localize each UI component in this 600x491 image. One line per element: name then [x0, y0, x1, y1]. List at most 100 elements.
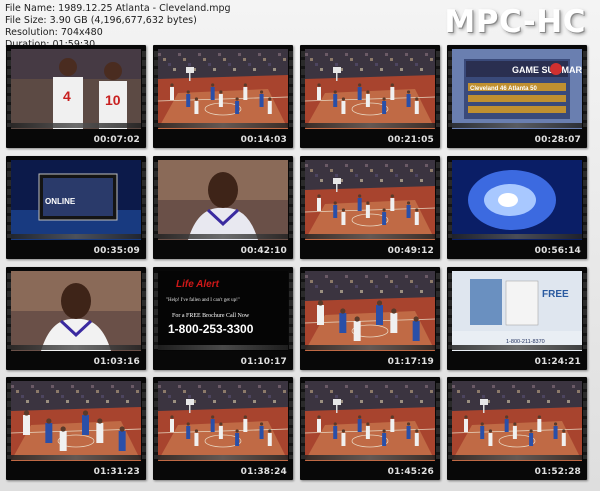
frame-image: ONLINE	[11, 160, 141, 240]
film-strip-right	[436, 51, 440, 127]
score-bar	[452, 345, 582, 350]
svg-text:Cleveland 46 Atlanta 50: Cleveland 46 Atlanta 50	[470, 86, 537, 92]
timestamp: 00:42:10	[240, 246, 287, 256]
video-frame	[305, 381, 435, 461]
thumbnail[interactable]: 00:56:14	[447, 156, 587, 259]
thumbnail[interactable]: 00:21:05	[300, 45, 440, 148]
svg-text:FREE: FREE	[542, 289, 569, 300]
video-frame: FREE 1-800-211-8370	[452, 271, 582, 351]
thumbnail[interactable]: 01:17:19	[300, 267, 440, 370]
film-strip-right	[289, 162, 293, 238]
frame-image	[305, 381, 435, 461]
score-bar	[305, 345, 435, 350]
video-frame	[305, 49, 435, 129]
film-strip-right	[436, 383, 440, 459]
frame-image	[11, 271, 141, 351]
frame-image	[452, 160, 582, 240]
score-bar	[11, 455, 141, 460]
score-bar	[11, 123, 141, 128]
timestamp: 01:17:19	[387, 357, 434, 367]
video-frame	[305, 160, 435, 240]
thumbnail[interactable]: 01:52:28	[447, 377, 587, 480]
video-frame: GAME SUMMARY Cleveland 46 Atlanta 50	[452, 49, 582, 129]
frame-image: 4 10	[11, 49, 141, 129]
video-frame: 4 10	[11, 49, 141, 129]
svg-text:ONLINE: ONLINE	[45, 197, 76, 206]
thumbnail[interactable]: 01:38:24	[153, 377, 293, 480]
svg-text:4: 4	[63, 88, 71, 104]
frame-image: GAME SUMMARY Cleveland 46 Atlanta 50	[452, 49, 582, 129]
svg-text:GAME SUMMARY: GAME SUMMARY	[512, 65, 582, 75]
timestamp: 00:28:07	[534, 135, 581, 145]
thumbnail[interactable]: FREE 1-800-211-8370 01:24:21	[447, 267, 587, 370]
svg-text:10: 10	[105, 92, 121, 108]
film-strip-right	[583, 383, 587, 459]
svg-text:1-800-253-3300: 1-800-253-3300	[168, 322, 254, 336]
frame-image	[452, 381, 582, 461]
score-bar	[158, 455, 288, 460]
thumbnail[interactable]: 01:31:23	[6, 377, 146, 480]
video-frame	[158, 160, 288, 240]
thumbnail[interactable]: 00:42:10	[153, 156, 293, 259]
video-frame	[158, 49, 288, 129]
video-frame	[452, 381, 582, 461]
timestamp: 00:49:12	[387, 246, 434, 256]
video-frame: Life Alert "Help! I've fallen and I can't…	[158, 271, 288, 351]
film-strip-right	[142, 383, 146, 459]
film-strip-right	[436, 162, 440, 238]
score-bar	[452, 123, 582, 128]
thumbnail[interactable]: 00:14:03	[153, 45, 293, 148]
thumbnail[interactable]: 4 10 00:07:02	[6, 45, 146, 148]
timestamp: 00:21:05	[387, 135, 434, 145]
timestamp: 00:56:14	[534, 246, 581, 256]
film-strip-right	[436, 273, 440, 349]
score-bar	[305, 123, 435, 128]
frame-image	[158, 160, 288, 240]
frame-image	[305, 271, 435, 351]
film-strip-right	[583, 273, 587, 349]
frame-image	[11, 381, 141, 461]
frame-image	[158, 49, 288, 129]
frame-image	[305, 160, 435, 240]
thumbnail[interactable]: ONLINE 00:35:09	[6, 156, 146, 259]
timestamp: 00:14:03	[240, 135, 287, 145]
frame-image	[158, 381, 288, 461]
film-strip-right	[289, 51, 293, 127]
thumbnail-grid: 4 10 00:07:02 00:14:03 00:21:05 GAME SUMMARY C…	[0, 0, 600, 491]
timestamp: 01:38:24	[240, 467, 287, 477]
film-strip-right	[583, 51, 587, 127]
timestamp: 01:45:26	[387, 467, 434, 477]
score-bar	[158, 345, 288, 350]
frame-image	[305, 49, 435, 129]
score-bar	[452, 234, 582, 239]
thumbnail[interactable]: 01:03:16	[6, 267, 146, 370]
svg-text:For a FREE Brochure Call Now: For a FREE Brochure Call Now	[172, 313, 250, 319]
frame-image: FREE1-800-211-8370	[452, 271, 582, 351]
film-strip-right	[289, 383, 293, 459]
score-bar	[11, 234, 141, 239]
score-bar	[305, 455, 435, 460]
timestamp: 01:24:21	[534, 357, 581, 367]
timestamp: 01:52:28	[534, 467, 581, 477]
score-bar	[452, 455, 582, 460]
thumbnail[interactable]: Life Alert "Help! I've fallen and I can't…	[153, 267, 293, 370]
timestamp: 01:10:17	[240, 357, 287, 367]
timestamp: 01:31:23	[93, 467, 140, 477]
video-frame	[11, 271, 141, 351]
video-frame	[11, 381, 141, 461]
svg-text:"Help! I've fallen and I can't: "Help! I've fallen and I can't get up!"	[166, 298, 240, 303]
frame-image: Life Alert "Help! I've fallen and I can't…	[158, 271, 288, 351]
film-strip-right	[289, 273, 293, 349]
score-bar	[158, 123, 288, 128]
svg-text:Life Alert: Life Alert	[176, 279, 220, 290]
film-strip-right	[142, 273, 146, 349]
video-frame	[305, 271, 435, 351]
thumbnail[interactable]: 00:49:12	[300, 156, 440, 259]
film-strip-right	[142, 162, 146, 238]
video-frame	[158, 381, 288, 461]
video-frame	[452, 160, 582, 240]
score-bar	[158, 234, 288, 239]
thumbnail[interactable]: GAME SUMMARY Cleveland 46 Atlanta 50 00:28…	[447, 45, 587, 148]
thumbnail[interactable]: 01:45:26	[300, 377, 440, 480]
timestamp: 01:03:16	[93, 357, 140, 367]
